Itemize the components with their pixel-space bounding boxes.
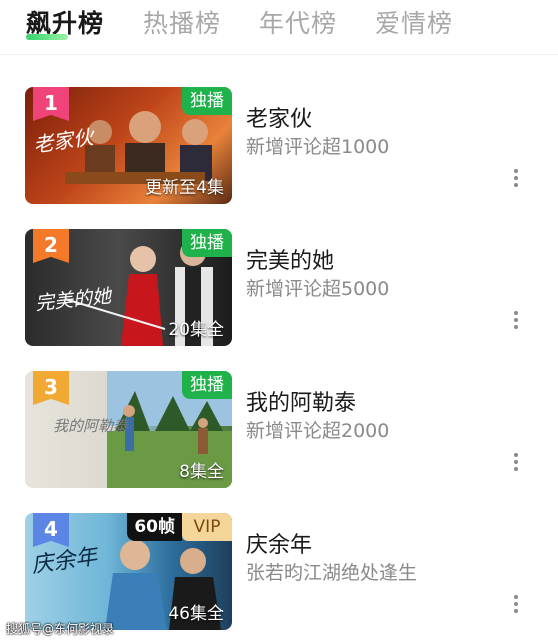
list-item[interactable]: 庆余年 4 60帧 VIP 46集全 庆余年 张若昀江湖绝处逢生 bbox=[0, 513, 558, 631]
more-options-icon[interactable] bbox=[506, 167, 526, 189]
tab-era[interactable]: 年代榜 bbox=[259, 4, 337, 40]
poster-title: 我的阿勒泰 bbox=[53, 417, 129, 435]
show-title[interactable]: 老家伙 bbox=[246, 101, 312, 133]
show-subtitle: 张若昀江湖绝处逢生 bbox=[246, 562, 418, 584]
episode-count: 8集全 bbox=[179, 462, 224, 482]
poster-thumbnail[interactable]: 庆余年 4 60帧 VIP 46集全 bbox=[25, 513, 232, 630]
tab-romance[interactable]: 爱情榜 bbox=[375, 4, 453, 40]
more-options-icon[interactable] bbox=[506, 451, 526, 473]
show-title[interactable]: 我的阿勒泰 bbox=[246, 385, 356, 417]
poster-thumbnail[interactable]: 完美的她 2 独播 20集全 bbox=[25, 229, 232, 346]
exclusive-badge: 独播 bbox=[182, 371, 232, 399]
fps-badge: 60帧 bbox=[127, 513, 182, 541]
more-options-icon[interactable] bbox=[506, 593, 526, 615]
tabs-divider bbox=[0, 54, 558, 55]
show-subtitle: 新增评论超1000 bbox=[246, 136, 390, 158]
episode-count: 46集全 bbox=[168, 604, 224, 624]
list-item[interactable]: 完美的她 2 独播 20集全 完美的她 新增评论超5000 bbox=[0, 229, 558, 347]
show-subtitle: 新增评论超2000 bbox=[246, 420, 390, 442]
poster-thumbnail[interactable]: 我的阿勒泰 3 独播 8集全 bbox=[25, 371, 232, 488]
more-options-icon[interactable] bbox=[506, 309, 526, 331]
poster-thumbnail[interactable]: 老家伙 1 独播 更新至4集 bbox=[25, 87, 232, 204]
episode-count: 更新至4集 bbox=[145, 178, 224, 198]
rank-tabs: 飙升榜 热播榜 年代榜 爱情榜 bbox=[0, 0, 558, 54]
active-tab-indicator bbox=[26, 34, 68, 40]
show-title[interactable]: 庆余年 bbox=[246, 527, 312, 559]
list-item[interactable]: 老家伙 1 独播 更新至4集 老家伙 新增评论超1000 bbox=[0, 87, 558, 205]
vip-badge: VIP bbox=[182, 513, 232, 541]
episode-count: 20集全 bbox=[168, 320, 224, 340]
show-subtitle: 新增评论超5000 bbox=[246, 278, 390, 300]
exclusive-badge: 独播 bbox=[182, 87, 232, 115]
watermark: 搜狐号@东何影视录 bbox=[6, 622, 115, 636]
list-item[interactable]: 我的阿勒泰 3 独播 8集全 我的阿勒泰 新增评论超2000 bbox=[0, 371, 558, 489]
show-title[interactable]: 完美的她 bbox=[246, 243, 334, 275]
exclusive-badge: 独播 bbox=[182, 229, 232, 257]
tab-hot[interactable]: 热播榜 bbox=[143, 4, 221, 40]
